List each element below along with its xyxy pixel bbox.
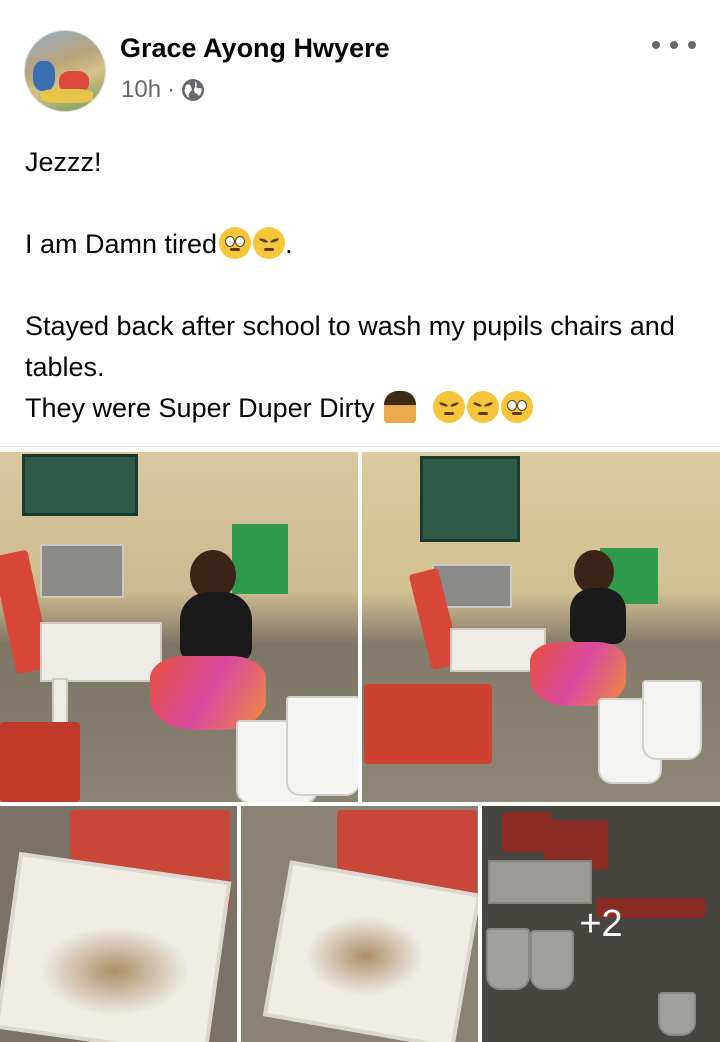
more-dot [670, 41, 678, 49]
post-line-text: I am Damn tired [25, 229, 218, 259]
person-skirt [150, 656, 266, 730]
gray-desk [40, 544, 124, 598]
smirking-face-emoji [433, 391, 466, 423]
post-time[interactable]: 10h [121, 76, 161, 104]
post-line: Jezzz! [25, 147, 102, 177]
post-header: Grace Ayong Hwyere 10h · [0, 0, 720, 130]
bucket [286, 696, 358, 796]
face-with-rolling-eyes-emoji [501, 391, 534, 423]
person-shirt [570, 588, 626, 644]
avatar-detail [33, 61, 55, 91]
post-line: I am Damn tired. [25, 224, 695, 265]
red-table [0, 722, 80, 802]
bucket [642, 680, 702, 760]
person-shirt [180, 592, 252, 662]
more-dot [652, 41, 660, 49]
green-table [232, 524, 288, 594]
post-photo-5[interactable]: +2 [482, 806, 720, 1042]
globe-icon[interactable] [181, 78, 205, 102]
dirt-stain [305, 916, 425, 996]
window [420, 456, 520, 542]
more-photos-count: +2 [579, 902, 623, 945]
post-photo-2[interactable] [362, 452, 720, 802]
author-name[interactable]: Grace Ayong Hwyere [120, 33, 390, 64]
person-skirt [530, 642, 626, 706]
post-line-text: . [285, 229, 293, 259]
window [22, 454, 138, 516]
post-line: Stayed back after school to wash my pupi… [25, 311, 675, 382]
person-facepalming-emoji [384, 391, 417, 423]
post-photo-4[interactable] [241, 806, 478, 1042]
dirt-stain [40, 926, 190, 1016]
white-desk [40, 622, 162, 682]
avatar-detail [41, 89, 93, 103]
post-meta: 10h · [121, 76, 205, 104]
post-text: Jezzz! I am Damn tired. Stayed back afte… [25, 142, 695, 429]
more-photos-overlay[interactable]: +2 [482, 806, 720, 1042]
divider [0, 446, 720, 447]
post-line-text: They were Super Duper Dirty [25, 393, 375, 423]
pleading-face-emoji [219, 227, 252, 259]
author-avatar[interactable] [24, 30, 106, 112]
post-photo-1[interactable] [0, 452, 358, 802]
more-options-icon[interactable] [652, 30, 696, 60]
post-line: They were Super Duper Dirty [25, 388, 695, 429]
post-photo-3[interactable] [0, 806, 237, 1042]
more-dot [688, 41, 696, 49]
red-table [364, 684, 492, 764]
confounded-face-emoji [253, 227, 286, 259]
unamused-face-emoji [467, 391, 500, 423]
meta-separator: · [167, 76, 176, 103]
